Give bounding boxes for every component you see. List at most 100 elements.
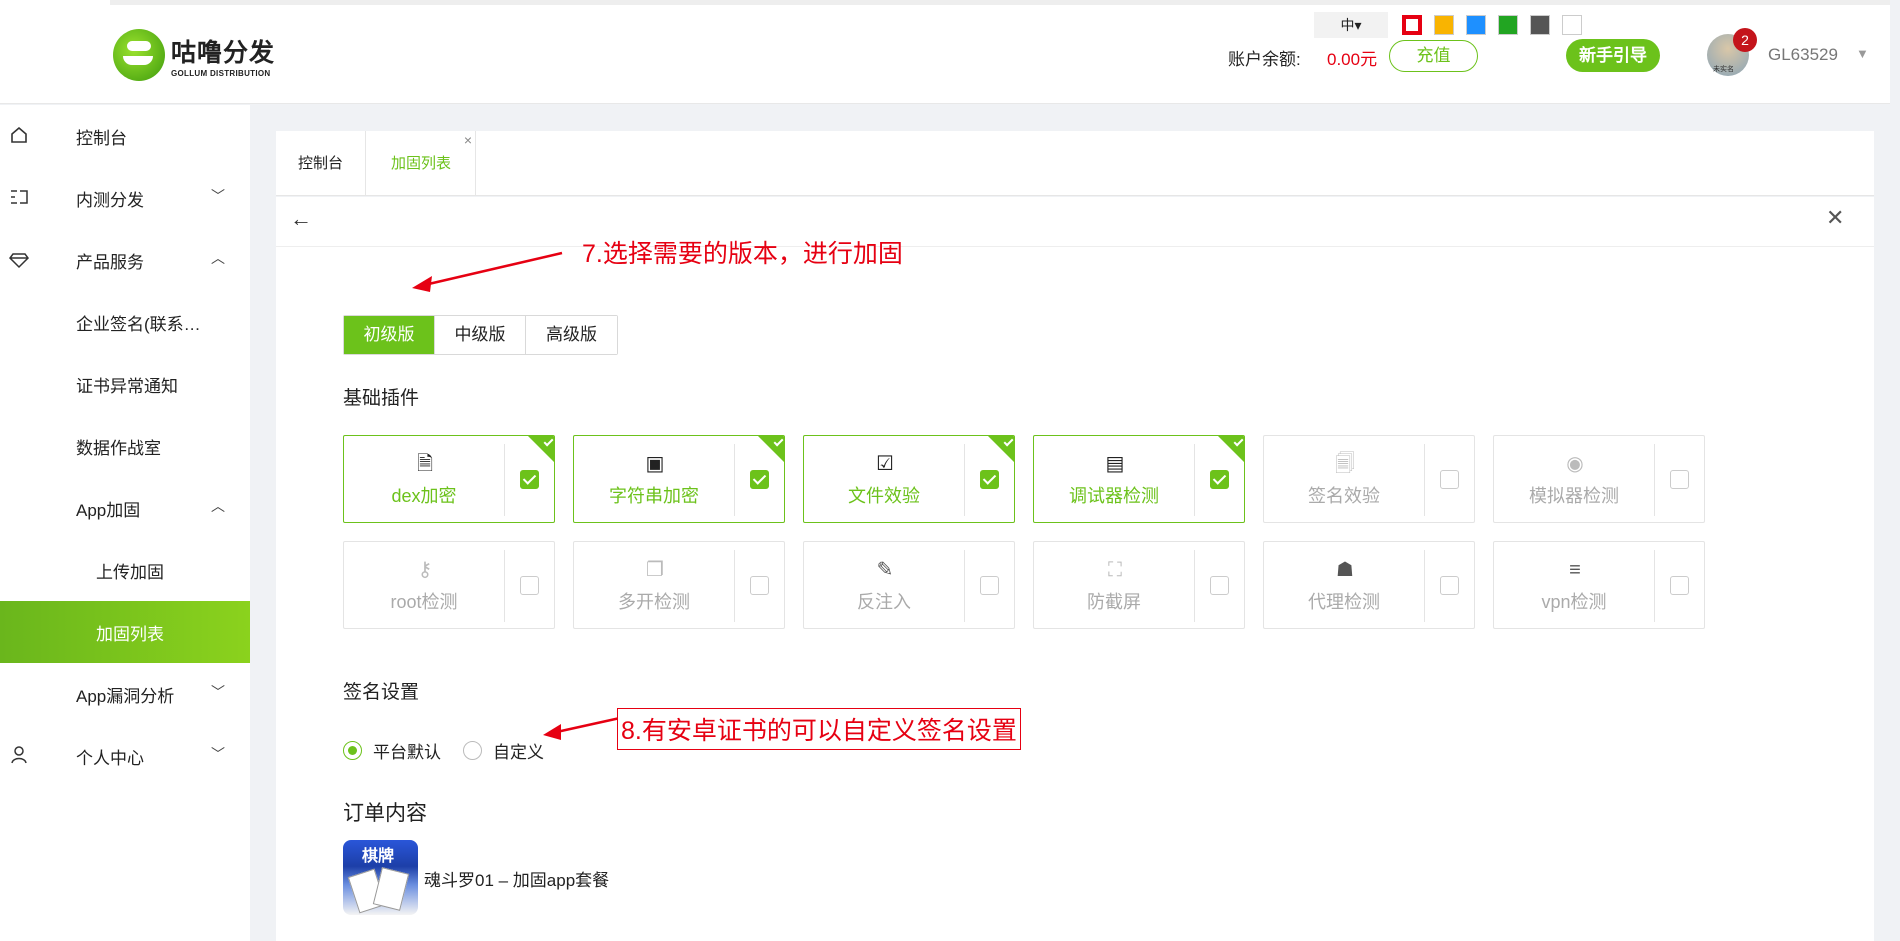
- plugin-root-detection[interactable]: ⚷ root检测: [343, 541, 555, 629]
- plugin-anti-screenshot[interactable]: ⛶ 防截屏: [1033, 541, 1245, 629]
- back-arrow-icon[interactable]: ←: [290, 206, 312, 232]
- plugin-divider: [1424, 550, 1425, 622]
- file-check-icon: ☑: [876, 453, 894, 475]
- chevron-down-icon: ﹀: [211, 188, 225, 204]
- username[interactable]: GL63529: [1768, 45, 1838, 65]
- plugin-divider: [1654, 444, 1655, 516]
- logo[interactable]: 咕噜分发 GOLLUM DISTRIBUTION: [113, 29, 275, 81]
- plugin-divider: [964, 550, 965, 622]
- tab-hardening-list[interactable]: 加固列表 ×: [367, 131, 476, 196]
- sidebar-item-label: 证书异常通知: [76, 377, 178, 396]
- plugin-divider: [964, 444, 965, 516]
- sidebar-item-certificate-alert[interactable]: 证书异常通知: [0, 353, 250, 415]
- plugin-checkbox[interactable]: [980, 470, 999, 489]
- plugin-debugger-detection[interactable]: ▤ 调试器检测: [1033, 435, 1245, 523]
- theme-swatches: [1402, 15, 1582, 35]
- sidebar-item-personal-center[interactable]: 个人中心 ﹀: [0, 725, 250, 787]
- plugin-file-verification[interactable]: ☑ 文件效验: [803, 435, 1015, 523]
- order-item-name: 魂斗罗01 – 加固app套餐: [424, 871, 610, 890]
- version-basic-button[interactable]: 初级版: [344, 316, 435, 354]
- sidebar-item-label: 加固列表: [96, 625, 164, 644]
- plugin-checkbox[interactable]: [1670, 470, 1689, 489]
- plugin-anti-injection[interactable]: ✎ 反注入: [803, 541, 1015, 629]
- sidebar-item-label: 产品服务: [76, 253, 144, 272]
- chevron-down-icon: ﹀: [211, 684, 225, 700]
- sidebar-item-label: 数据作战室: [76, 439, 161, 458]
- plugin-checkbox[interactable]: [1440, 576, 1459, 595]
- signature-radio-group: 平台默认 自定义: [343, 738, 566, 763]
- sidebar-item-label: 内测分发: [76, 191, 144, 210]
- recharge-button[interactable]: 充值: [1389, 40, 1478, 72]
- sidebar-item-data-room[interactable]: 数据作战室: [0, 415, 250, 477]
- sidebar-item-product-services[interactable]: 产品服务 ︿: [0, 229, 250, 291]
- version-advanced-button[interactable]: 高级版: [526, 316, 617, 354]
- annotation-step-8: 8.有安卓证书的可以自定义签名设置: [617, 708, 1021, 750]
- sidebar-item-label: App漏洞分析: [76, 687, 175, 706]
- signature-section-title: 签名设置: [343, 682, 420, 703]
- plugin-checkbox[interactable]: [520, 470, 539, 489]
- close-icon[interactable]: ×: [464, 108, 472, 173]
- sidebar-item-enterprise-signature[interactable]: 企业签名(联系…: [0, 291, 250, 353]
- plugin-string-encryption[interactable]: ▣ 字符串加密: [573, 435, 785, 523]
- chevron-down-icon: ﹀: [211, 746, 225, 762]
- language-select[interactable]: 中▾: [1314, 12, 1388, 38]
- plugin-label: 调试器检测: [1069, 486, 1159, 506]
- annotation-step-7: 7.选择需要的版本，进行加固: [582, 240, 903, 268]
- theme-swatch-red[interactable]: [1402, 15, 1422, 35]
- theme-swatch-white[interactable]: [1562, 15, 1582, 35]
- beginner-guide-button[interactable]: 新手引导: [1566, 39, 1660, 72]
- sidebar-item-app-hardening[interactable]: App加固 ︿: [0, 477, 250, 539]
- plugin-divider: [734, 444, 735, 516]
- logo-mark-icon: [113, 29, 165, 81]
- plugin-checkbox[interactable]: [1210, 576, 1229, 595]
- sidebar-item-vulnerability-analysis[interactable]: App漏洞分析 ﹀: [0, 663, 250, 725]
- version-intermediate-button[interactable]: 中级版: [435, 316, 526, 354]
- notification-badge[interactable]: 2: [1733, 28, 1757, 52]
- plugin-checkbox[interactable]: [750, 576, 769, 595]
- sidebar-item-label: 上传加固: [96, 563, 164, 582]
- plugin-emulator-detection[interactable]: ◉ 模拟器检测: [1493, 435, 1705, 523]
- plugin-checkbox[interactable]: [1440, 470, 1459, 489]
- plugin-dex-encryption[interactable]: 🗎 dex加密: [343, 435, 555, 523]
- syringe-icon: ✎: [876, 559, 894, 581]
- plugin-divider: [504, 550, 505, 622]
- radio-custom[interactable]: [463, 741, 482, 760]
- plugin-proxy-detection[interactable]: ☗ 代理检测: [1263, 541, 1475, 629]
- plugin-label: 字符串加密: [609, 486, 699, 506]
- sidebar-item-upload-hardening[interactable]: 上传加固: [0, 539, 250, 601]
- plugin-label: 文件效验: [848, 486, 920, 506]
- vpn-icon: ≡: [1569, 559, 1581, 581]
- user-icon: [11, 746, 27, 764]
- plugin-label: 多开检测: [618, 592, 690, 612]
- chevron-down-icon[interactable]: ▼: [1856, 46, 1869, 61]
- plugin-divider: [504, 444, 505, 516]
- plugin-checkbox[interactable]: [1670, 576, 1689, 595]
- sidebar-item-label: 企业签名(联系…: [76, 315, 201, 334]
- plugin-checkbox[interactable]: [980, 576, 999, 595]
- top-strip: [110, 0, 1890, 5]
- file-copy-icon: ❐: [646, 559, 664, 581]
- plugin-label: 防截屏: [1087, 592, 1141, 612]
- radio-custom-label[interactable]: 自定义: [493, 738, 544, 763]
- screen-crop-icon: ⛶: [1108, 559, 1122, 581]
- radio-platform-default-label[interactable]: 平台默认: [373, 738, 441, 763]
- theme-swatch-gray[interactable]: [1530, 15, 1550, 35]
- plugin-multi-instance-detection[interactable]: ❐ 多开检测: [573, 541, 785, 629]
- theme-swatch-orange[interactable]: [1434, 15, 1454, 35]
- plugin-signature-verification[interactable]: 🗐 签名效验: [1263, 435, 1475, 523]
- avatar-caption: 未实名: [1713, 66, 1734, 73]
- sidebar-item-dashboard[interactable]: 控制台: [0, 105, 250, 167]
- sidebar-item-hardening-list[interactable]: 加固列表: [0, 601, 250, 663]
- radio-platform-default[interactable]: [343, 741, 362, 760]
- sidebar-item-label: 控制台: [76, 129, 127, 148]
- theme-swatch-blue[interactable]: [1466, 15, 1486, 35]
- tab-dashboard[interactable]: 控制台: [276, 131, 366, 196]
- theme-swatch-green[interactable]: [1498, 15, 1518, 35]
- sidebar-item-beta-distribution[interactable]: 内测分发 ﹀: [0, 167, 250, 229]
- close-icon[interactable]: ✕: [1826, 205, 1844, 231]
- plugin-checkbox[interactable]: [1210, 470, 1229, 489]
- plugin-vpn-detection[interactable]: ≡ vpn检测: [1493, 541, 1705, 629]
- plugin-checkbox[interactable]: [750, 470, 769, 489]
- plugin-checkbox[interactable]: [520, 576, 539, 595]
- film-icon: ▤: [1105, 453, 1125, 475]
